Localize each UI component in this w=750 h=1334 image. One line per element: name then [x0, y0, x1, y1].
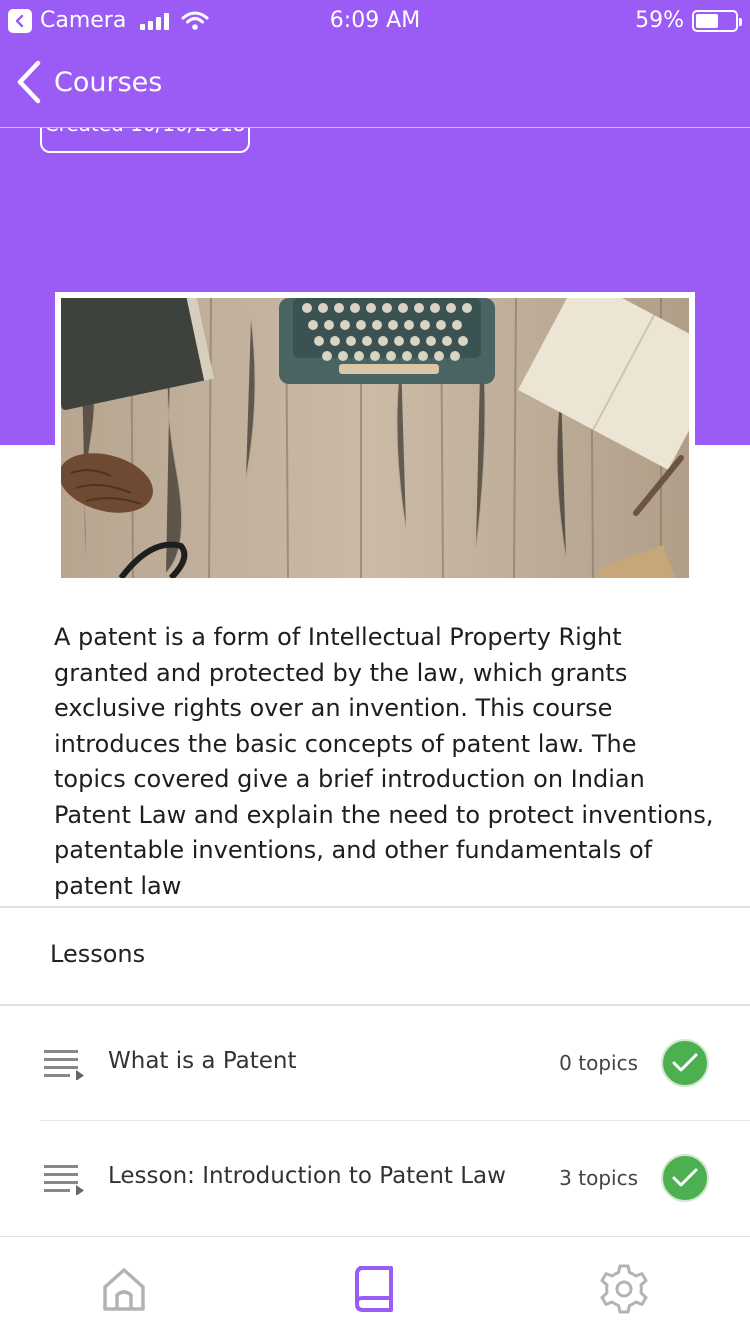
- lesson-list-icon: [44, 1050, 84, 1080]
- battery-level: [696, 13, 719, 28]
- battery-percentage: 59%: [635, 8, 684, 33]
- completed-check-icon: [661, 1039, 709, 1087]
- lesson-row[interactable]: Lesson: Introduction to Patent Law 3 top…: [0, 1121, 750, 1236]
- back-button-label[interactable]: Courses: [54, 67, 162, 98]
- created-clip: Created 10/10/2018: [0, 128, 750, 168]
- navigation-bar: Courses: [0, 40, 750, 128]
- lesson-title[interactable]: What is a Patent: [108, 1048, 297, 1074]
- course-cover-image: [55, 292, 695, 584]
- tab-home[interactable]: [98, 1263, 150, 1315]
- book-icon: [355, 1266, 393, 1312]
- lesson-topic-count: 3 topics: [559, 1166, 638, 1190]
- status-bar: Camera 6:09 AM 59%: [0, 0, 750, 40]
- lesson-list-icon: [44, 1165, 84, 1195]
- created-date-badge: Created 10/10/2018: [40, 128, 250, 153]
- course-description: A patent is a form of Intellectual Prope…: [54, 623, 714, 900]
- divider: [0, 906, 750, 908]
- lesson-title[interactable]: Lesson: Introduction to Patent Law: [108, 1163, 506, 1189]
- back-button[interactable]: Courses: [16, 60, 162, 104]
- lesson-topic-count: 0 topics: [559, 1051, 638, 1075]
- lessons-heading: Lessons: [50, 940, 146, 968]
- tab-settings[interactable]: [598, 1263, 650, 1315]
- tab-courses[interactable]: [348, 1263, 400, 1315]
- created-date-label: Created 10/10/2018: [45, 128, 246, 136]
- completed-check-icon: [661, 1154, 709, 1202]
- gear-icon: [600, 1264, 648, 1314]
- tab-bar: [0, 1236, 750, 1334]
- chevron-left-icon: [17, 60, 41, 104]
- home-icon: [103, 1268, 145, 1311]
- lesson-row[interactable]: What is a Patent 0 topics: [0, 1006, 750, 1121]
- desk-photo-illustration: [61, 298, 689, 578]
- status-right: 59%: [635, 8, 742, 33]
- battery-icon: [692, 9, 742, 32]
